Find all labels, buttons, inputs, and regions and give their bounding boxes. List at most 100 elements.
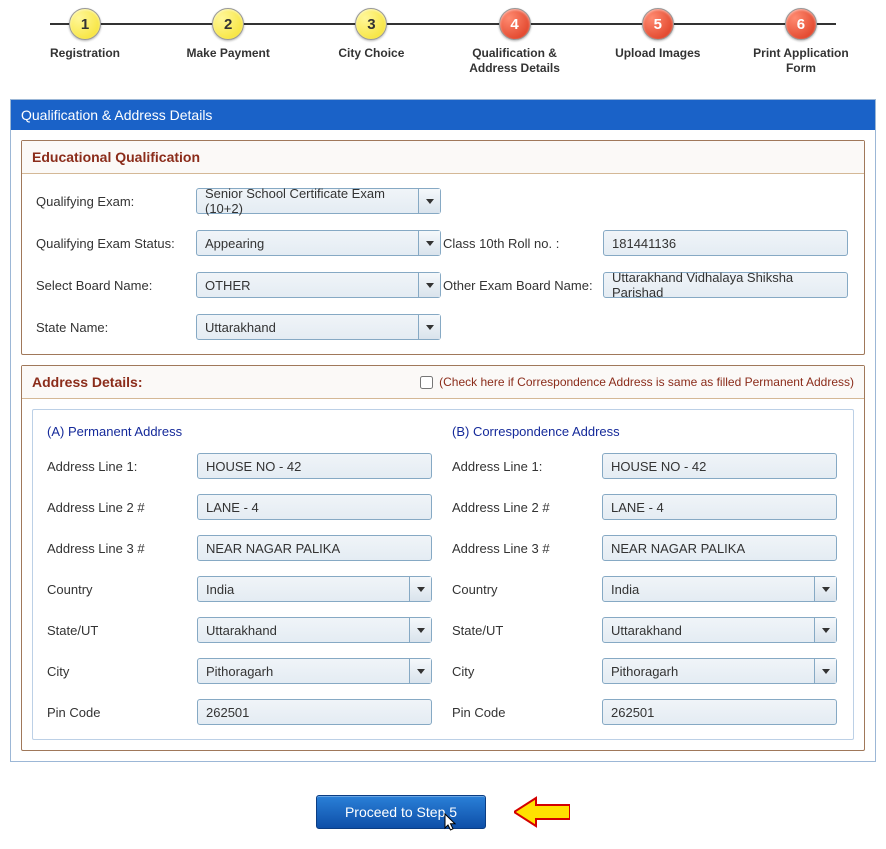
label-state: State/UT xyxy=(452,623,602,638)
input-value: HOUSE NO - 42 xyxy=(206,459,301,474)
step-circle: 6 xyxy=(785,8,817,40)
chevron-down-icon xyxy=(814,659,836,683)
input-value: Uttarakhand Vidhalaya Shiksha Parishad xyxy=(612,270,839,300)
input-value: 181441136 xyxy=(612,236,676,251)
step-upload-images[interactable]: 5 Upload Images xyxy=(598,8,718,61)
corr-addr-line2-input[interactable]: LANE - 4 xyxy=(602,494,837,520)
step-label: Make Payment xyxy=(187,46,270,61)
label-addr-line3: Address Line 3 # xyxy=(47,541,197,556)
step-label: Upload Images xyxy=(615,46,700,61)
select-value: OTHER xyxy=(205,278,251,293)
select-value: Uttarakhand xyxy=(611,623,682,638)
class-10th-roll-input[interactable]: 181441136 xyxy=(603,230,848,256)
step-circle: 5 xyxy=(642,8,674,40)
address-details-section: Address Details: (Check here if Correspo… xyxy=(21,365,865,751)
perm-addr-line3-input[interactable]: NEAR NAGAR PALIKA xyxy=(197,535,432,561)
proceed-footer: Proceed to Step 5 xyxy=(0,770,886,849)
input-value: HOUSE NO - 42 xyxy=(611,459,706,474)
same-address-checkbox[interactable] xyxy=(420,376,433,389)
step-qualification-address[interactable]: 4 Qualification & Address Details xyxy=(455,8,575,76)
step-circle: 1 xyxy=(69,8,101,40)
input-value: 262501 xyxy=(611,705,654,720)
label-addr-line1: Address Line 1: xyxy=(47,459,197,474)
label-pin: Pin Code xyxy=(452,705,602,720)
label-city: City xyxy=(47,664,197,679)
perm-country-select[interactable]: India xyxy=(197,576,432,602)
cursor-icon xyxy=(444,813,460,836)
chevron-down-icon xyxy=(418,189,440,213)
corr-addr-line3-input[interactable]: NEAR NAGAR PALIKA xyxy=(602,535,837,561)
step-label: Qualification & Address Details xyxy=(455,46,575,76)
page-title: Qualification & Address Details xyxy=(11,100,875,130)
label-state-name: State Name: xyxy=(36,320,196,335)
section-title: Educational Qualification xyxy=(22,141,864,174)
label-pin: Pin Code xyxy=(47,705,197,720)
select-value: Appearing xyxy=(205,236,264,251)
label-other-board: Other Exam Board Name: xyxy=(443,278,603,293)
label-select-board: Select Board Name: xyxy=(36,278,196,293)
progress-stepper: 1 Registration 2 Make Payment 3 City Cho… xyxy=(0,0,886,91)
step-circle: 2 xyxy=(212,8,244,40)
input-value: 262501 xyxy=(206,705,249,720)
correspondence-address-heading: (B) Correspondence Address xyxy=(452,424,839,439)
corr-state-select[interactable]: Uttarakhand xyxy=(602,617,837,643)
arrow-left-icon xyxy=(514,796,570,828)
select-value: Pithoragarh xyxy=(611,664,678,679)
checkbox-text: (Check here if Correspondence Address is… xyxy=(439,375,854,389)
perm-state-select[interactable]: Uttarakhand xyxy=(197,617,432,643)
chevron-down-icon xyxy=(814,577,836,601)
label-qualifying-exam: Qualifying Exam: xyxy=(36,194,196,209)
select-value: Uttarakhand xyxy=(206,623,277,638)
qualifying-exam-select[interactable]: Senior School Certificate Exam (10+2) xyxy=(196,188,441,214)
form-container: Qualification & Address Details Educatio… xyxy=(10,99,876,762)
label-addr-line3: Address Line 3 # xyxy=(452,541,602,556)
chevron-down-icon xyxy=(418,273,440,297)
section-title: Address Details: xyxy=(32,374,142,390)
corr-pin-input[interactable]: 262501 xyxy=(602,699,837,725)
state-name-select[interactable]: Uttarakhand xyxy=(196,314,441,340)
other-board-input[interactable]: Uttarakhand Vidhalaya Shiksha Parishad xyxy=(603,272,848,298)
label-qualifying-exam-status: Qualifying Exam Status: xyxy=(36,236,196,251)
step-city-choice[interactable]: 3 City Choice xyxy=(311,8,431,61)
perm-pin-input[interactable]: 262501 xyxy=(197,699,432,725)
perm-addr-line1-input[interactable]: HOUSE NO - 42 xyxy=(197,453,432,479)
permanent-address-heading: (A) Permanent Address xyxy=(47,424,434,439)
corr-addr-line1-input[interactable]: HOUSE NO - 42 xyxy=(602,453,837,479)
label-country: Country xyxy=(47,582,197,597)
select-value: India xyxy=(611,582,639,597)
step-label: Print Application Form xyxy=(741,46,861,76)
label-addr-line2: Address Line 2 # xyxy=(452,500,602,515)
permanent-address-column: (A) Permanent Address Address Line 1: HOU… xyxy=(47,424,434,725)
perm-addr-line2-input[interactable]: LANE - 4 xyxy=(197,494,432,520)
step-label: City Choice xyxy=(338,46,404,61)
label-class-10th-roll: Class 10th Roll no. : xyxy=(443,236,603,251)
input-value: LANE - 4 xyxy=(611,500,664,515)
qualifying-exam-status-select[interactable]: Appearing xyxy=(196,230,441,256)
proceed-button[interactable]: Proceed to Step 5 xyxy=(316,795,486,829)
chevron-down-icon xyxy=(418,231,440,255)
step-circle: 4 xyxy=(499,8,531,40)
input-value: NEAR NAGAR PALIKA xyxy=(206,541,340,556)
correspondence-address-column: (B) Correspondence Address Address Line … xyxy=(452,424,839,725)
step-label: Registration xyxy=(50,46,120,61)
select-value: Senior School Certificate Exam (10+2) xyxy=(205,186,414,216)
perm-city-select[interactable]: Pithoragarh xyxy=(197,658,432,684)
label-addr-line2: Address Line 2 # xyxy=(47,500,197,515)
corr-country-select[interactable]: India xyxy=(602,576,837,602)
board-name-select[interactable]: OTHER xyxy=(196,272,441,298)
select-value: India xyxy=(206,582,234,597)
button-label: Proceed to Step 5 xyxy=(345,804,457,820)
chevron-down-icon xyxy=(409,659,431,683)
step-print-application[interactable]: 6 Print Application Form xyxy=(741,8,861,76)
step-make-payment[interactable]: 2 Make Payment xyxy=(168,8,288,61)
corr-city-select[interactable]: Pithoragarh xyxy=(602,658,837,684)
same-address-checkbox-label[interactable]: (Check here if Correspondence Address is… xyxy=(420,375,854,389)
select-value: Pithoragarh xyxy=(206,664,273,679)
select-value: Uttarakhand xyxy=(205,320,276,335)
step-registration[interactable]: 1 Registration xyxy=(25,8,145,61)
chevron-down-icon xyxy=(814,618,836,642)
chevron-down-icon xyxy=(409,577,431,601)
label-addr-line1: Address Line 1: xyxy=(452,459,602,474)
label-city: City xyxy=(452,664,602,679)
input-value: LANE - 4 xyxy=(206,500,259,515)
